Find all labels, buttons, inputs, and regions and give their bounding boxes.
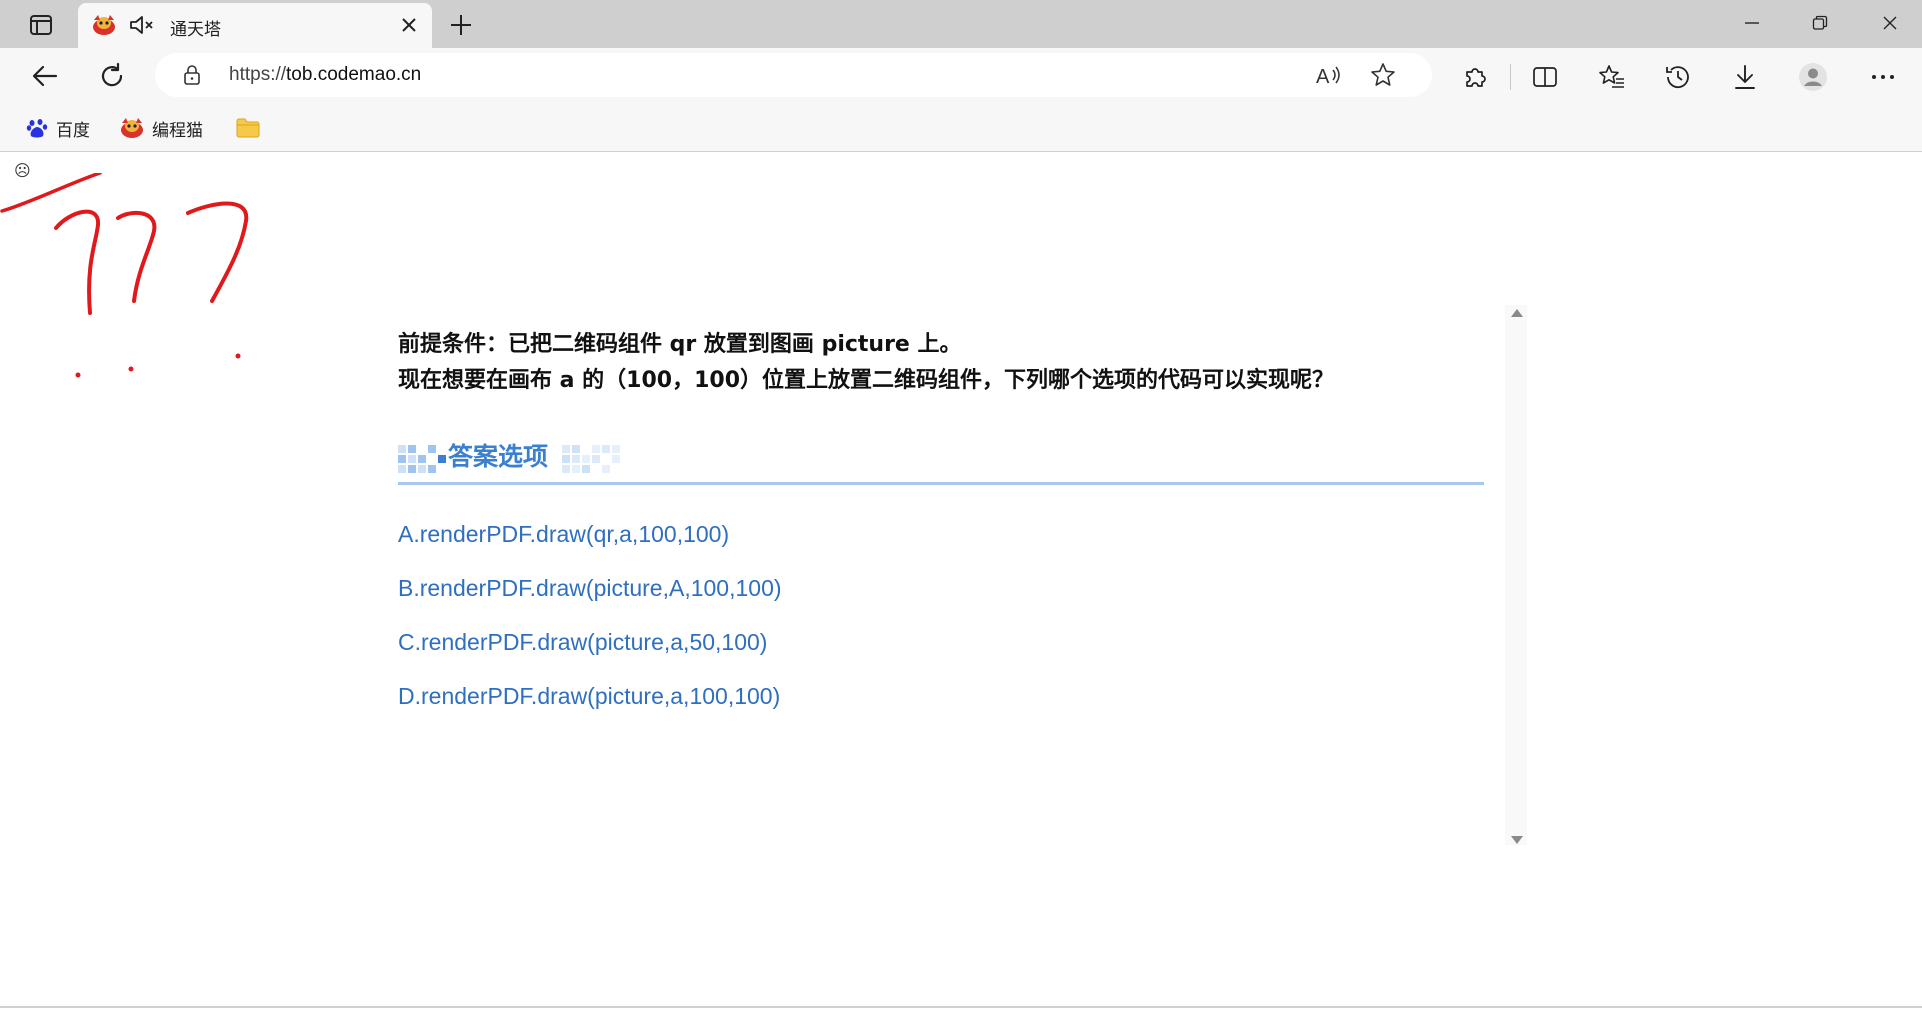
restore-icon [1812,15,1828,30]
favorites-list-icon [1599,65,1624,88]
read-aloud-icon[interactable]: A [1315,62,1345,88]
section-title: 答案选项 [448,442,549,471]
history-clock-icon [1666,66,1689,89]
refresh-icon [101,62,123,87]
close-window-icon [1883,16,1897,30]
more-dots-icon [1872,75,1894,79]
option-d[interactable]: D.renderPDF.draw(picture,a,100,100) [398,683,782,737]
extensions-button[interactable] [1458,60,1492,94]
decorative-dots-right [562,445,620,473]
codemao-icon [121,118,143,138]
scroll-down-arrow-icon[interactable] [1510,835,1524,845]
url-scheme: https:// [229,64,287,85]
profile-avatar-icon [1799,63,1827,91]
back-arrow-icon [32,65,58,87]
add-favorite-star-icon[interactable] [1370,62,1396,88]
close-tab-icon[interactable] [398,14,420,36]
red-handwritten-annotation [0,173,249,378]
speaker-muted-icon[interactable] [128,13,156,37]
history-button[interactable] [1661,60,1695,94]
tab-strip: 通天塔 [0,0,1922,48]
question-line-2: 现在想要在画布 a 的（100，100）位置上放置二维码组件，下列哪个选项的代码… [398,368,1335,393]
option-a[interactable]: A.renderPDF.draw(qr,a,100,100) [398,521,782,575]
profile-button[interactable] [1796,60,1830,94]
bookmark-baidu[interactable]: 百度 [26,114,90,142]
url-host: tob.codemao.cn [286,64,422,85]
back-button[interactable] [28,59,62,93]
option-b[interactable]: B.renderPDF.draw(picture,A,100,100) [398,575,782,629]
favorites-button[interactable] [1595,60,1629,94]
bookmark-label: 百度 [56,120,90,141]
tab-actions-icon [30,15,52,35]
folder-icon [236,118,260,138]
download-icon [1735,65,1755,89]
divider [0,1006,1922,1008]
bookmark-folder[interactable] [236,114,260,142]
split-screen-icon [1533,67,1557,87]
puzzle-icon [1466,68,1486,87]
scrollbar-track[interactable] [1505,305,1527,845]
tab-actions-button[interactable] [26,10,56,40]
toolbar-separator [1510,64,1511,90]
split-screen-button[interactable] [1528,60,1562,94]
baidu-paw-icon [26,119,48,138]
svg-text:A: A [1316,66,1330,88]
url-text[interactable]: https://tob.codemao.cn [229,64,421,86]
address-bar[interactable]: https://tob.codemao.cn A [155,53,1432,97]
codemao-icon [93,15,115,35]
refresh-button[interactable] [95,59,129,93]
option-c[interactable]: C.renderPDF.draw(picture,a,50,100) [398,629,782,683]
restore-button[interactable] [1798,8,1842,38]
new-tab-icon[interactable] [446,10,476,40]
scroll-up-arrow-icon[interactable] [1510,308,1524,318]
answer-options-list: A.renderPDF.draw(qr,a,100,100) B.renderP… [398,521,782,737]
downloads-button[interactable] [1728,60,1762,94]
bookmarks-bar: 百度 编程猫 [0,104,1922,152]
minimize-button[interactable] [1730,8,1774,38]
browser-toolbar: https://tob.codemao.cn A [0,48,1922,104]
browser-window: 通天塔 https://tob.codemao.cn A 百度 编程猫 ☹ 前提… [0,0,1922,1009]
page-content: ☹ 前提条件：已把二维码组件 qr 放置到图画 picture 上。 现在想要在… [0,153,1922,1009]
settings-menu-button[interactable] [1866,60,1900,94]
question-text: 前提条件：已把二维码组件 qr 放置到图画 picture 上。 现在想要在画布… [398,327,1498,399]
tab-active[interactable]: 通天塔 [78,3,432,48]
bookmark-label: 编程猫 [152,120,203,141]
minimize-icon [1745,22,1759,24]
close-window-button[interactable] [1868,8,1912,38]
answer-options-header: 答案选项 [398,431,1484,485]
bookmark-codemao[interactable]: 编程猫 [120,114,203,142]
question-line-1: 前提条件：已把二维码组件 qr 放置到图画 picture 上。 [398,332,962,357]
tab-title: 通天塔 [170,20,221,40]
lock-icon[interactable] [183,64,201,86]
